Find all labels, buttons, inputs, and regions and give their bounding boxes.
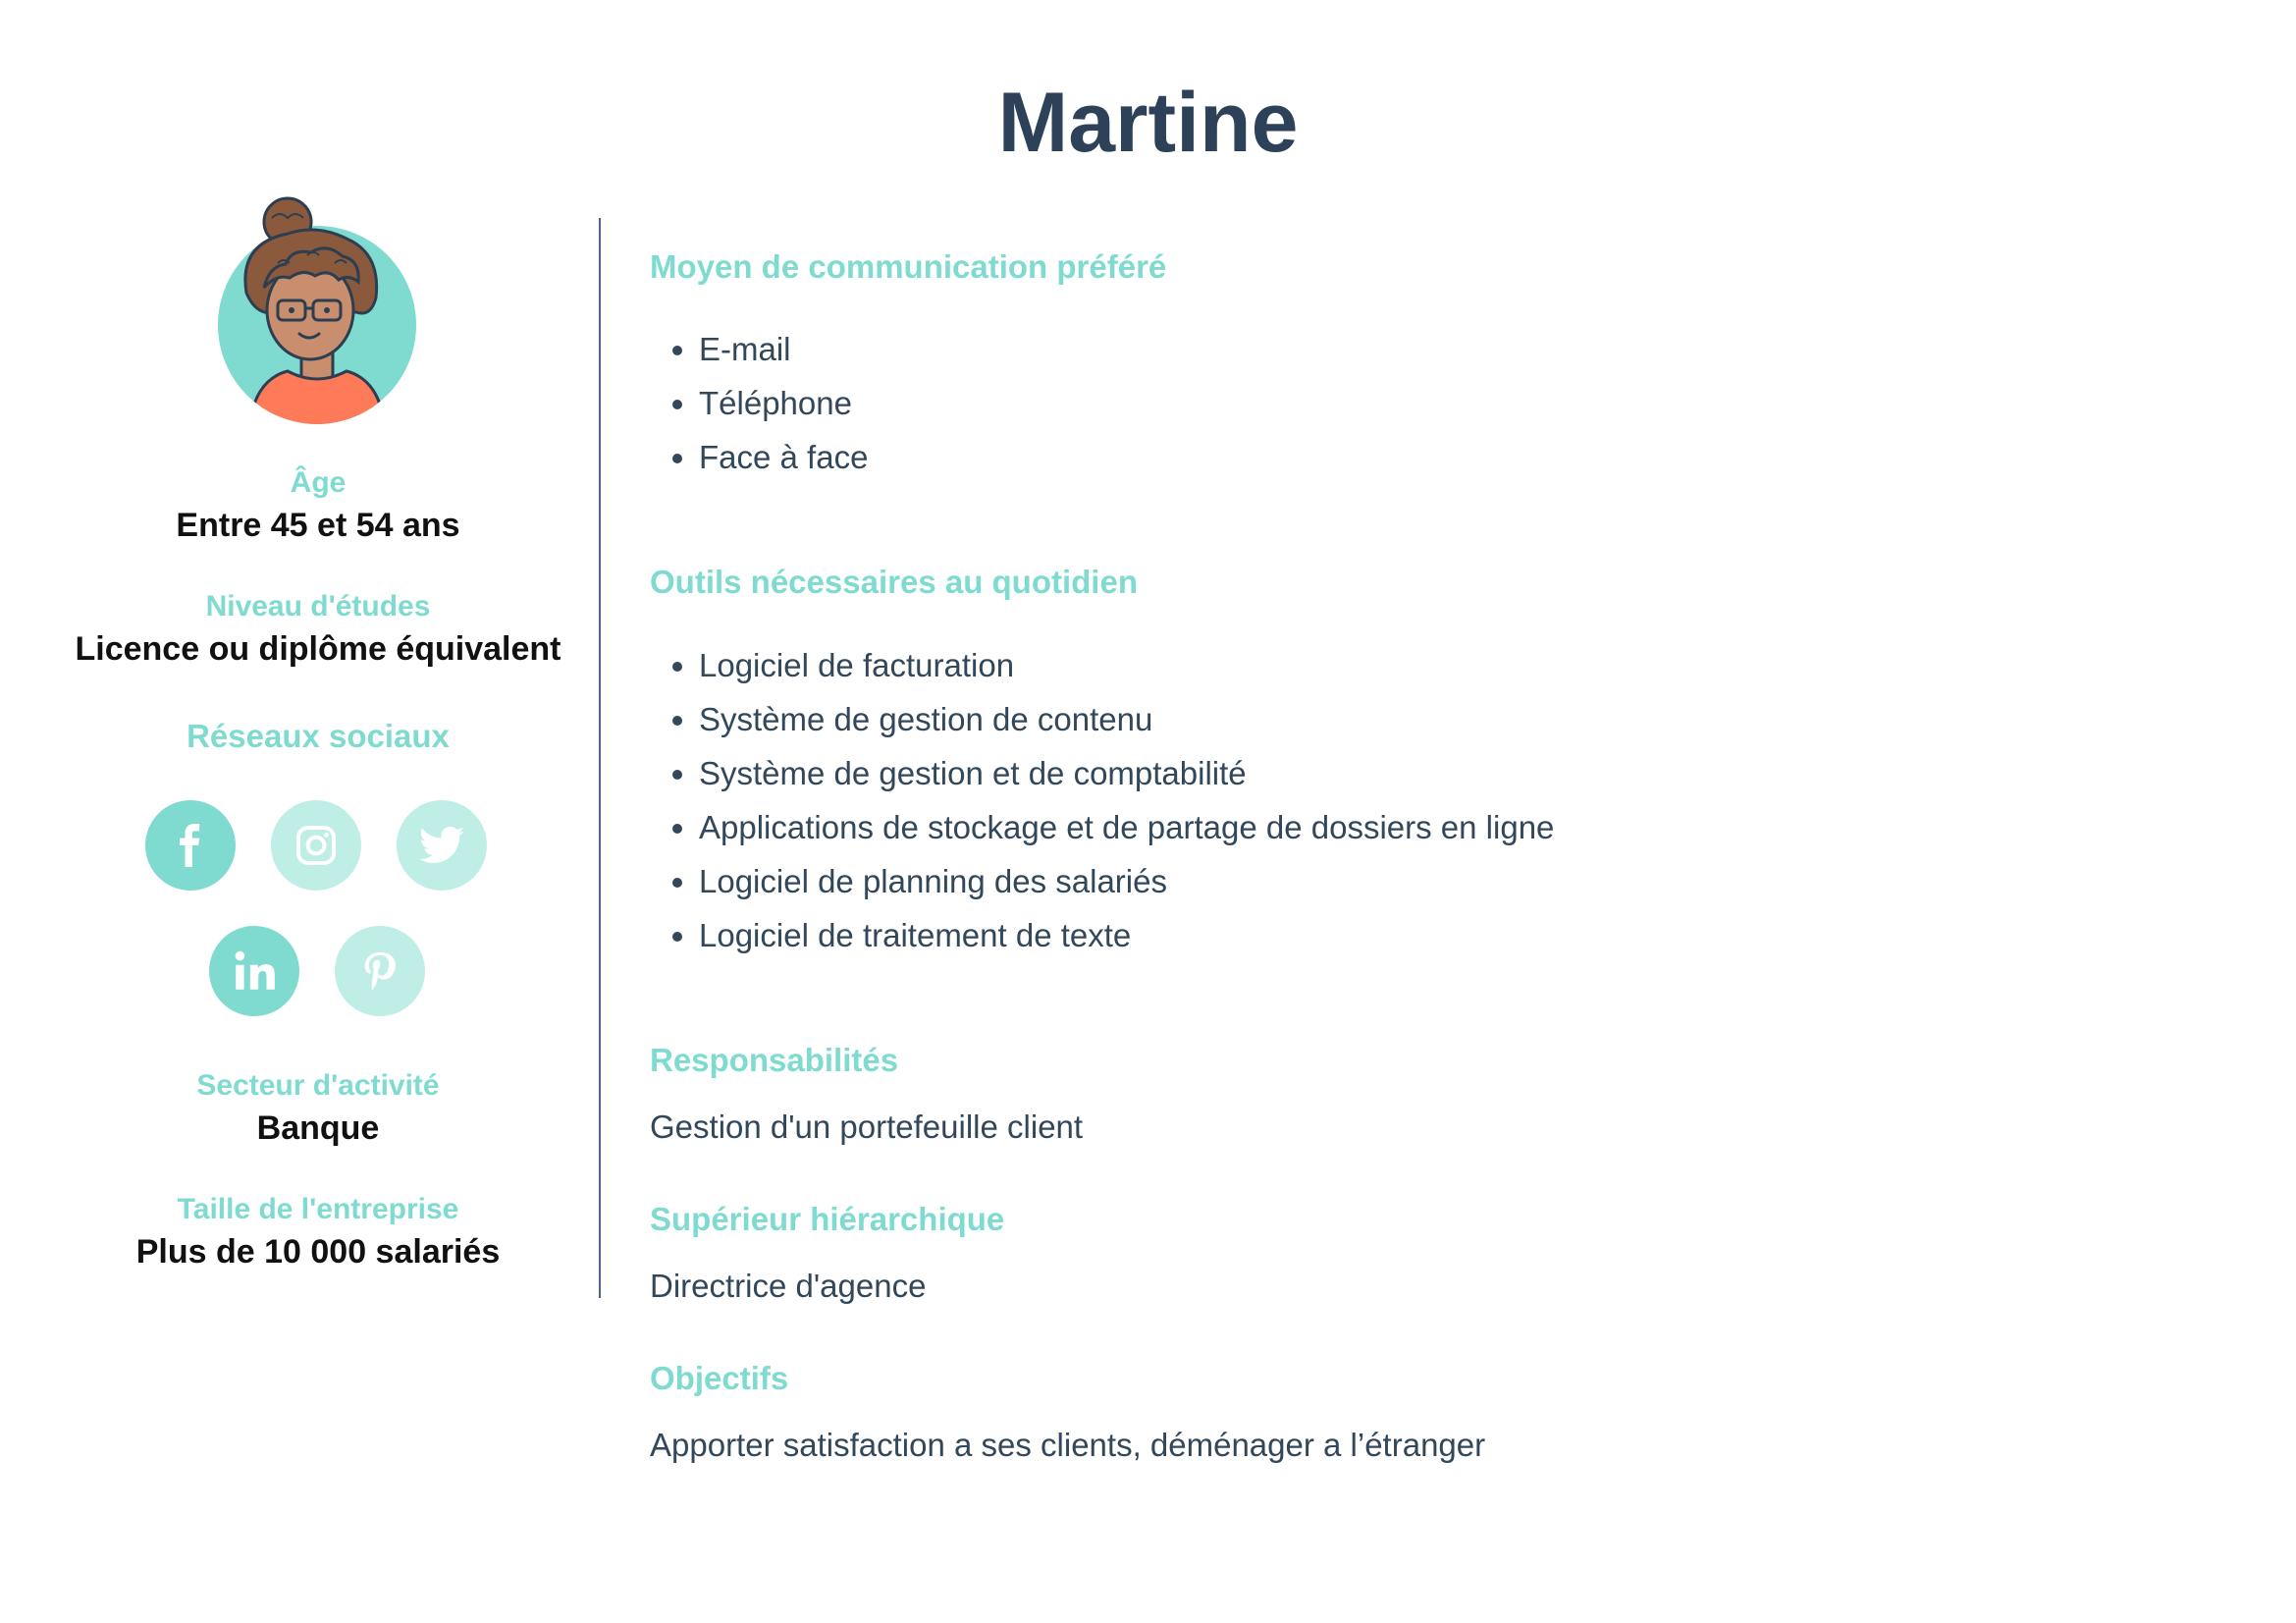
linkedin-icon[interactable] [209,926,299,1016]
list-item: Logiciel de traitement de texte [699,908,1554,962]
twitter-icon[interactable] [397,800,487,891]
company-size-value: Plus de 10 000 salariés [135,1233,501,1271]
responsibilities-heading: Responsabilités [650,1042,899,1078]
goals-heading: Objectifs [650,1360,789,1396]
responsibilities-text: Gestion d'un portefeuille client [650,1109,1084,1145]
company-size-label: Taille de l'entreprise [177,1193,459,1225]
list-item: Logiciel de planning des salariés [699,854,1554,908]
list-item: Logiciel de facturation [699,638,1554,692]
communication-list: E-mail Téléphone Face à face [650,322,868,484]
instagram-icon[interactable] [271,800,361,891]
manager-text: Directrice d'agence [650,1268,927,1304]
avatar [218,196,416,424]
tools-heading: Outils nécessaires au quotidien [650,564,1138,600]
facebook-icon[interactable] [145,800,236,891]
persona-name: Martine [997,76,1299,170]
list-item: Applications de stockage et de partage d… [699,800,1554,854]
age-label: Âge [290,466,347,499]
sector-label: Secteur d'activité [196,1069,440,1102]
list-item: Face à face [699,430,868,484]
age-value: Entre 45 et 54 ans [176,507,460,544]
sector-value: Banque [256,1109,380,1147]
social-networks-label: Réseaux sociaux [187,718,450,754]
list-item: E-mail [699,322,868,376]
list-item: Système de gestion de contenu [699,692,1554,746]
list-item: Téléphone [699,376,868,430]
goals-text: Apporter satisfaction a ses clients, dém… [650,1427,1486,1463]
education-label: Niveau d'études [205,590,431,622]
pinterest-icon[interactable] [335,926,425,1016]
manager-heading: Supérieur hiérarchique [650,1201,1005,1237]
tools-list: Logiciel de facturation Système de gesti… [650,638,1554,962]
communication-heading: Moyen de communication préféré [650,248,1167,285]
column-divider [599,218,601,1298]
list-item: Système de gestion et de comptabilité [699,746,1554,800]
education-value: Licence ou diplôme équivalent [75,630,561,668]
